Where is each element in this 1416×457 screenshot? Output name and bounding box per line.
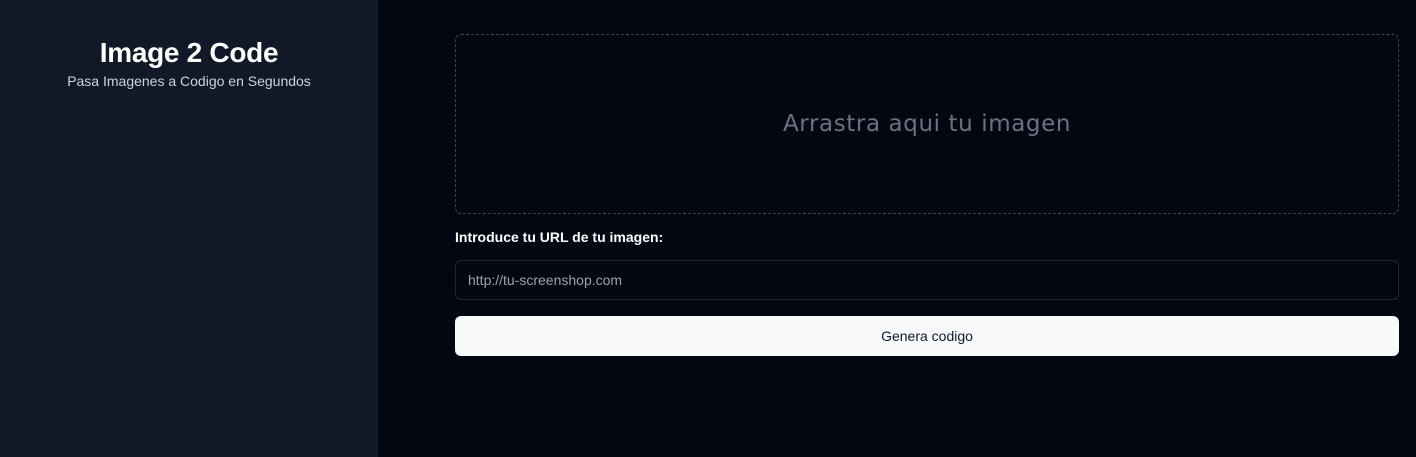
url-input[interactable]: [455, 260, 1399, 300]
main-panel: Arrastra aqui tu imagen Introduce tu URL…: [378, 0, 1416, 457]
sidebar: Image 2 Code Pasa Imagenes a Codigo en S…: [0, 0, 378, 457]
app-subtitle: Pasa Imagenes a Codigo en Segundos: [67, 73, 311, 89]
generate-code-button[interactable]: Genera codigo: [455, 316, 1399, 356]
image-dropzone[interactable]: Arrastra aqui tu imagen: [455, 34, 1399, 214]
url-label: Introduce tu URL de tu imagen:: [455, 229, 664, 245]
app-title: Image 2 Code: [99, 37, 279, 68]
dropzone-label: Arrastra aqui tu imagen: [782, 111, 1072, 137]
